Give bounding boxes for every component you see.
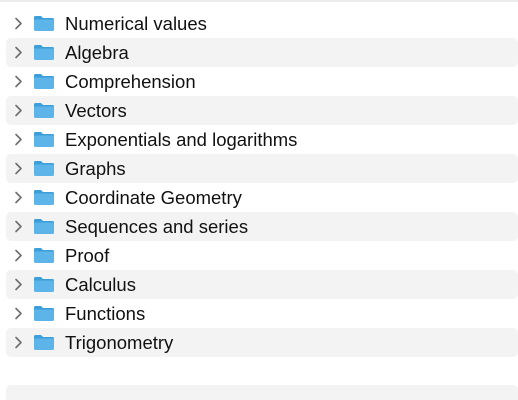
chevron-right-icon[interactable] xyxy=(13,162,23,176)
folder-icon xyxy=(33,73,55,90)
chevron-right-icon[interactable] xyxy=(13,75,23,89)
folder-label: Numerical values xyxy=(65,13,207,34)
folder-label: Functions xyxy=(65,303,146,324)
folder-row-sequences-and-series[interactable]: Sequences and series xyxy=(6,212,518,241)
folder-row-algebra[interactable]: Algebra xyxy=(6,38,518,67)
folder-row-numerical-values[interactable]: Numerical values xyxy=(6,9,518,38)
chevron-right-icon[interactable] xyxy=(13,220,23,234)
folder-label: Calculus xyxy=(65,274,136,295)
folder-list: Numerical values Algebra Comprehension V… xyxy=(6,9,518,357)
folder-icon xyxy=(33,102,55,119)
chevron-right-icon[interactable] xyxy=(13,249,23,263)
folder-row-proof[interactable]: Proof xyxy=(6,241,518,270)
folder-label: Trigonometry xyxy=(65,332,174,353)
chevron-right-icon[interactable] xyxy=(13,307,23,321)
folder-label: Coordinate Geometry xyxy=(65,187,242,208)
folder-row-functions[interactable]: Functions xyxy=(6,299,518,328)
folder-row-calculus[interactable]: Calculus xyxy=(6,270,518,299)
folder-row-graphs[interactable]: Graphs xyxy=(6,154,518,183)
folder-label: Proof xyxy=(65,245,110,266)
folder-icon xyxy=(33,334,55,351)
folder-icon xyxy=(33,160,55,177)
folder-icon xyxy=(33,305,55,322)
folder-label: Comprehension xyxy=(65,71,196,92)
top-divider xyxy=(0,0,518,2)
chevron-right-icon[interactable] xyxy=(13,17,23,31)
chevron-right-icon[interactable] xyxy=(13,133,23,147)
folder-label: Sequences and series xyxy=(65,216,249,237)
folder-label: Graphs xyxy=(65,158,126,179)
folder-row-exponentials-and-logarithms[interactable]: Exponentials and logarithms xyxy=(6,125,518,154)
chevron-right-icon[interactable] xyxy=(13,104,23,118)
folder-row-comprehension[interactable]: Comprehension xyxy=(6,67,518,96)
folder-icon xyxy=(33,247,55,264)
folder-label: Vectors xyxy=(65,100,127,121)
folder-icon xyxy=(33,189,55,206)
chevron-right-icon[interactable] xyxy=(13,336,23,350)
folder-row-coordinate-geometry[interactable]: Coordinate Geometry xyxy=(6,183,518,212)
folder-row-vectors[interactable]: Vectors xyxy=(6,96,518,125)
folder-icon xyxy=(33,15,55,32)
folder-label: Algebra xyxy=(65,42,129,63)
folder-icon xyxy=(33,131,55,148)
folder-icon xyxy=(33,218,55,235)
chevron-right-icon[interactable] xyxy=(13,46,23,60)
chevron-right-icon[interactable] xyxy=(13,278,23,292)
empty-row xyxy=(6,385,518,400)
folder-icon xyxy=(33,44,55,61)
folder-row-trigonometry[interactable]: Trigonometry xyxy=(6,328,518,357)
folder-label: Exponentials and logarithms xyxy=(65,129,298,150)
folder-icon xyxy=(33,276,55,293)
chevron-right-icon[interactable] xyxy=(13,191,23,205)
